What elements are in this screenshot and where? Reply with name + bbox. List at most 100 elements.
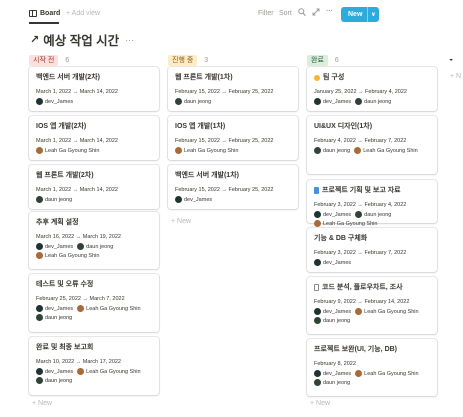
card-title: 완료 및 최종 보고회 (36, 343, 152, 352)
task-card[interactable]: IOS 앱 개발(2차) March 1, 2022 → March 14, 20… (29, 116, 159, 160)
card-assignees: dev_James daun jeong Leah Ga Gyoung Shin (36, 243, 152, 261)
task-card[interactable]: IOS 앱 개발(1차) February 15, 2022 → February… (168, 116, 298, 160)
card-date-range: February 9, 2022 → February 14, 2022 (314, 299, 410, 305)
search-icon[interactable] (298, 8, 306, 19)
status-group-tag[interactable]: 시작 전 (29, 54, 59, 66)
sort-button[interactable]: Sort (279, 10, 292, 17)
avatar-leah-ga-gyoung-shin (36, 252, 43, 259)
card-date-range: February 15, 2022 → February 25, 2022 (175, 89, 274, 95)
hidden-column-add[interactable]: + N (450, 73, 461, 80)
tab-board-view[interactable]: Board (29, 10, 60, 17)
avatar-leah-ga-gyoung-shin (77, 305, 85, 312)
avatar-leah-ga-gyoung-shin (355, 370, 363, 377)
avatar-dev-james (314, 370, 321, 377)
card-title-text: IOS 앱 개발(2차) (36, 123, 87, 130)
task-card[interactable]: UI&UX 디자인(1차) February 4, 2022 → February… (307, 116, 437, 174)
dot-icon (314, 74, 320, 81)
card-assignees: Leah Ga Gyoung Shin (175, 147, 291, 156)
assignee: Leah Ga Gyoung Shin (36, 147, 99, 154)
add-new-card-button[interactable]: + New (310, 400, 330, 407)
card-title: 팀 구성 (314, 73, 430, 82)
task-card[interactable]: 추후 계획 설정 March 16, 2022 → March 19, 2022 d… (29, 212, 159, 269)
assignee-name: Leah Ga Gyoung Shin (323, 220, 378, 227)
card-assignees: Leah Ga Gyoung Shin (36, 147, 152, 156)
task-card[interactable]: 테스트 및 오류 수정 February 25, 2022 → March 7, … (29, 274, 159, 332)
blue-doc-icon (314, 187, 319, 194)
task-card[interactable]: 백엔드 서버 개발(1차) February 15, 2022 → Februar… (168, 165, 298, 209)
task-card[interactable]: 팀 구성 January 25, 2022 → February 4, 2022 d… (307, 67, 437, 111)
add-view-button[interactable]: + Add view (66, 10, 100, 17)
card-title: 웹 프론트 개발(2차) (36, 171, 152, 180)
card-title-text: 백엔드 서버 개발(2차) (36, 74, 100, 81)
avatar-leah-ga-gyoung-shin (36, 147, 43, 154)
card-date-range: February 15, 2022 → February 25, 2022 (175, 187, 274, 193)
status-group-tag[interactable]: 진행 중 (168, 54, 198, 66)
assignee: Leah Ga Gyoung Shin (314, 220, 377, 227)
assignee: dev_James (314, 259, 351, 266)
avatar-dev-james (314, 259, 321, 266)
task-card[interactable]: 코드 분석, 플로우차트, 조사 February 9, 2022 → Febru… (307, 277, 437, 334)
column-header: 시작 전 6 (29, 52, 159, 68)
assignee-name: daun jeong (323, 317, 351, 324)
card-title: 백엔드 서버 개발(2차) (36, 73, 152, 82)
assignee: dev_James (314, 211, 351, 218)
assignee-name: Leah Ga Gyoung Shin (45, 147, 100, 154)
card-assignees: dev_James (36, 98, 152, 107)
assignee-name: daun jeong (45, 377, 73, 384)
expand-icon[interactable] (312, 8, 320, 18)
task-card[interactable]: 프로젝트 보완(UI, 기능, DB) February 8, 2022 dev_J… (307, 339, 437, 396)
active-tab-indicator (29, 22, 59, 24)
task-card[interactable]: 프로젝트 기획 및 보고 자료 February 3, 2022 → Februa… (307, 180, 437, 227)
card-title-text: 코드 분석, 플로우차트, 조사 (322, 284, 403, 291)
assignee-name: daun jeong (184, 98, 212, 105)
filter-button[interactable]: Filter (258, 10, 274, 17)
avatar-daun-jeong (355, 211, 363, 218)
assignee: dev_James (36, 243, 73, 250)
board-column: 완료 6 팀 구성 January 25, 2022 → February 4, 20… (307, 52, 437, 396)
assignee: dev_James (314, 308, 351, 315)
assignee: daun jeong (355, 211, 391, 218)
card-title: 백엔드 서버 개발(1차) (175, 171, 291, 180)
assignee-name: Leah Ga Gyoung Shin (184, 147, 239, 154)
avatar-daun-jeong (36, 377, 43, 384)
avatar-dev-james (36, 243, 43, 250)
card-date-range: January 25, 2022 → February 4, 2022 (314, 89, 407, 95)
assignee-name: dev_James (323, 211, 352, 218)
title-more-icon[interactable]: ··· (125, 35, 134, 45)
status-group-tag[interactable]: 완료 (307, 54, 328, 66)
task-card[interactable]: 웹 프론트 개발(2차) March 1, 2022 → March 14, 20… (29, 165, 159, 209)
card-assignees: daun jeong (36, 196, 152, 205)
task-card[interactable]: 백엔드 서버 개발(2차) March 1, 2022 → March 14, 2… (29, 67, 159, 111)
task-card[interactable]: 완료 및 최종 보고회 March 10, 2022 → March 17, 20… (29, 337, 159, 395)
assignee: Leah Ga Gyoung Shin (36, 252, 99, 259)
task-card[interactable]: 웹 프론트 개발(1차) February 15, 2022 → February… (168, 67, 298, 111)
new-button[interactable]: New ∨ (341, 7, 379, 22)
avatar-dev-james (314, 98, 321, 105)
assignee-name: daun jeong (45, 314, 73, 321)
card-title-text: 프로젝트 보완(UI, 기능, DB) (314, 346, 398, 353)
card-title-text: 프로젝트 기획 및 보고 자료 (322, 187, 401, 194)
assignee: Leah Ga Gyoung Shin (354, 147, 418, 154)
card-title: UI&UX 디자인(1차) (314, 122, 430, 131)
card-date-range: March 1, 2022 → March 14, 2022 (36, 187, 118, 193)
add-new-card-button[interactable]: + New (171, 218, 191, 225)
more-options-icon[interactable]: ··· (326, 8, 333, 15)
board-column: 시작 전 6 백엔드 서버 개발(2차) March 1, 2022 → March … (29, 52, 159, 395)
avatar-daun-jeong (355, 98, 363, 105)
card-date-range: March 1, 2022 → March 14, 2022 (36, 89, 118, 95)
avatar-daun-jeong (36, 314, 43, 321)
avatar-daun-jeong (36, 196, 43, 203)
card-title: IOS 앱 개발(2차) (36, 122, 152, 131)
assignee-name: Leah Ga Gyoung Shin (364, 370, 419, 377)
group-count: 6 (65, 56, 70, 64)
page-title-text[interactable]: 예상 작업 시간 (43, 30, 119, 49)
task-card[interactable]: 기능 & DB 구체화 February 3, 2022 → February 7… (307, 228, 437, 272)
assignee: daun jeong (77, 243, 113, 250)
add-new-card-button[interactable]: + New (32, 400, 52, 407)
assignee: dev_James (314, 98, 351, 105)
chevron-down-icon[interactable]: ∨ (368, 11, 376, 18)
card-title-text: 웹 프론트 개발(2차) (36, 172, 94, 179)
assignee-name: Leah Ga Gyoung Shin (86, 368, 141, 375)
card-assignees: dev_James Leah Ga Gyoung Shin daun jeong (36, 368, 152, 386)
card-title-text: UI&UX 디자인(1차) (314, 123, 373, 130)
